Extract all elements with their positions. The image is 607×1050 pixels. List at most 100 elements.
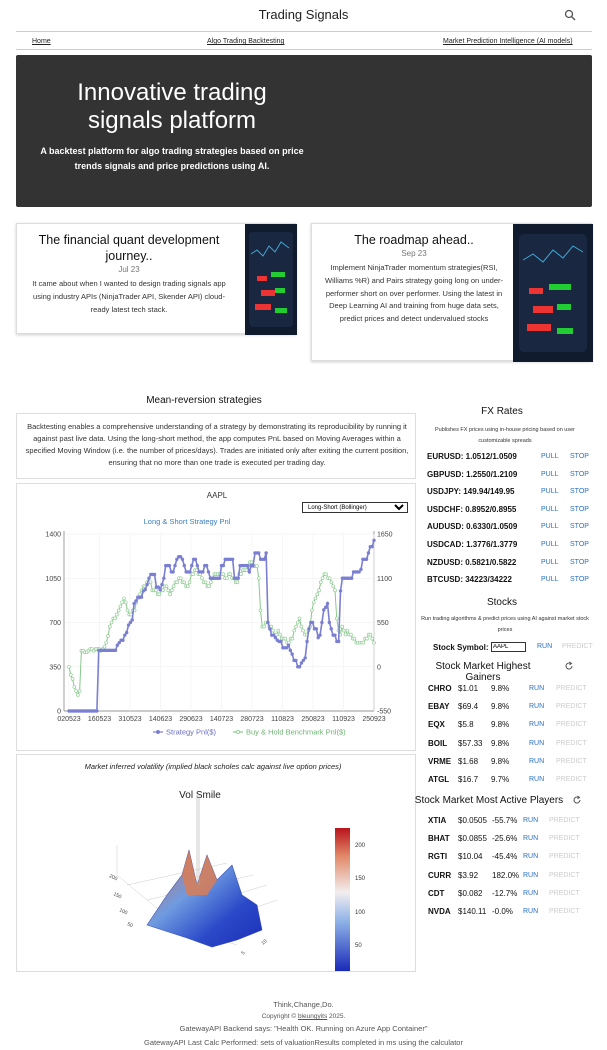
stock-run-button[interactable]: RUN: [523, 872, 538, 879]
benchmark-pnl-point: [191, 572, 195, 577]
stock-price: $69.4: [458, 702, 479, 712]
benchmark-pnl-point: [256, 576, 261, 581]
x-tick: 110923: [332, 716, 355, 723]
benchmark-pnl-point: [333, 588, 337, 593]
refresh-active-icon[interactable]: [572, 795, 582, 805]
stock-symbol: ATGL: [428, 775, 450, 784]
benchmark-pnl-point: [292, 628, 297, 633]
fx-pull-button[interactable]: PULL: [541, 488, 559, 495]
stock-run-button[interactable]: RUN: [529, 703, 544, 710]
stock-symbol: RGTI: [428, 852, 448, 862]
strategy-pnl-point: [193, 557, 198, 561]
fx-stop-button[interactable]: STOP: [570, 453, 589, 460]
stocks-note: Run trading algorithms & predict prices …: [421, 616, 589, 633]
stock-change-pct: -12.7%: [492, 888, 518, 898]
stock-run-button[interactable]: RUN: [523, 890, 538, 897]
stock-change-pct: 182.0%: [492, 870, 520, 880]
search-icon[interactable]: [564, 9, 576, 21]
stock-symbol-input[interactable]: [491, 642, 526, 652]
strategy-pnl-point: [124, 630, 129, 635]
strategy-pnl-point: [182, 563, 187, 568]
benchmark-pnl-point: [368, 632, 373, 637]
fx-stop-button[interactable]: STOP: [570, 523, 589, 530]
stock-predict-button: PREDICT: [549, 889, 580, 897]
stock-run-button[interactable]: RUN: [537, 643, 552, 650]
benchmark-pnl-point: [290, 636, 295, 641]
strategy-select[interactable]: Long-Short (Bollinger): [302, 502, 408, 513]
strategy-pnl-point: [320, 620, 324, 625]
stock-run-button[interactable]: RUN: [529, 721, 544, 728]
card-title[interactable]: The roadmap ahead..: [316, 232, 512, 248]
strategy-pnl-point: [145, 582, 149, 587]
benchmark-pnl-point: [320, 576, 325, 581]
footer-tagline: Think,Change,Do.: [273, 1000, 334, 1009]
pnl-chart-panel: Long-Short (Bollinger) AAPL Long & Short …: [16, 483, 416, 751]
card-title[interactable]: The financial quant development journey.…: [23, 232, 235, 264]
fx-stop-button[interactable]: STOP: [570, 541, 589, 548]
article-card-journey[interactable]: The financial quant development journey.…: [16, 223, 297, 335]
strategy-pnl-point: [333, 633, 337, 637]
benchmark-pnl-point: [365, 636, 369, 641]
fx-stop-button[interactable]: STOP: [570, 576, 589, 583]
strategy-pnl-point: [305, 639, 309, 644]
strategy-pnl-point: [204, 563, 209, 568]
stock-run-button[interactable]: RUN: [529, 776, 544, 783]
nav-market-prediction[interactable]: Market Prediction Intelligence (AI model…: [443, 38, 573, 45]
stock-run-button[interactable]: RUN: [529, 758, 544, 765]
strategy-pnl-point: [294, 658, 298, 663]
stock-run-button[interactable]: RUN: [523, 853, 538, 860]
benchmark-pnl-point: [221, 572, 226, 577]
benchmark-pnl-point: [349, 632, 353, 637]
nav-home[interactable]: Home: [32, 38, 51, 45]
stock-predict-button: PREDICT: [549, 908, 580, 915]
stock-price: $10.04: [458, 852, 483, 862]
fx-pull-button[interactable]: PULL: [541, 471, 559, 478]
hero-subtitle: A backtest platform for algo trading str…: [40, 146, 304, 171]
stock-run-button[interactable]: RUN: [523, 817, 538, 824]
strategy-pnl-point: [303, 656, 307, 660]
fx-stop-button[interactable]: STOP: [570, 506, 589, 513]
fx-pull-button[interactable]: PULL: [541, 576, 559, 583]
benchmark-pnl-point: [209, 580, 213, 585]
author-link[interactable]: bleungyits: [298, 1013, 327, 1020]
fx-pull-button[interactable]: PULL: [541, 523, 559, 530]
benchmark-pnl-point: [294, 624, 298, 629]
stock-change-pct: 9.7%: [491, 775, 510, 784]
stock-price: $140.11: [458, 907, 487, 916]
benchmark-pnl-point: [345, 628, 350, 633]
benchmark-pnl-point: [138, 592, 142, 597]
benchmark-pnl-point: [109, 620, 114, 625]
vol-surface-chart: 200 150 100 50 5 10 200 150 100 50: [108, 795, 366, 971]
benchmark-pnl-point: [276, 628, 281, 633]
refresh-gainers-icon[interactable]: [564, 661, 574, 671]
fx-stop-button[interactable]: STOP: [570, 488, 589, 495]
stock-predict-button: PREDICT: [549, 817, 580, 824]
hero-title: Innovative trading signals platform: [77, 79, 267, 134]
strategy-pnl-point: [247, 570, 252, 574]
stock-run-button[interactable]: RUN: [523, 835, 538, 842]
fx-pull-button[interactable]: PULL: [541, 506, 559, 513]
stock-run-button[interactable]: RUN: [529, 740, 544, 747]
hero-banner: Innovative trading signals platform A ba…: [16, 55, 592, 207]
fx-pull-button[interactable]: PULL: [541, 541, 559, 548]
benchmark-pnl-point: [342, 628, 346, 633]
stock-run-button[interactable]: RUN: [529, 685, 544, 692]
fx-pull-button[interactable]: PULL: [541, 453, 559, 460]
benchmark-pnl-point: [106, 634, 110, 638]
stock-symbol: CDT: [428, 888, 445, 898]
benchmark-pnl-point: [157, 592, 162, 597]
fx-stop-button[interactable]: STOP: [570, 559, 589, 566]
fx-pull-button[interactable]: PULL: [541, 559, 559, 566]
vol-colorbar: [335, 828, 350, 971]
benchmark-pnl-point: [67, 664, 71, 669]
nav-algo-trading[interactable]: Algo Trading Backtesting: [207, 38, 284, 45]
benchmark-pnl-point: [187, 580, 192, 585]
fx-note: Publishes FX prices using in-house prici…: [434, 427, 576, 444]
fx-stop-button[interactable]: STOP: [570, 471, 589, 478]
benchmark-pnl-point: [271, 628, 275, 633]
strategy-pnl-point: [173, 563, 177, 568]
stock-run-button[interactable]: RUN: [523, 908, 538, 915]
strategy-pnl-point: [195, 563, 200, 568]
article-card-roadmap[interactable]: The roadmap ahead.. Sep 23 Implement Nin…: [311, 223, 593, 362]
x-tick: 110823: [271, 716, 294, 723]
